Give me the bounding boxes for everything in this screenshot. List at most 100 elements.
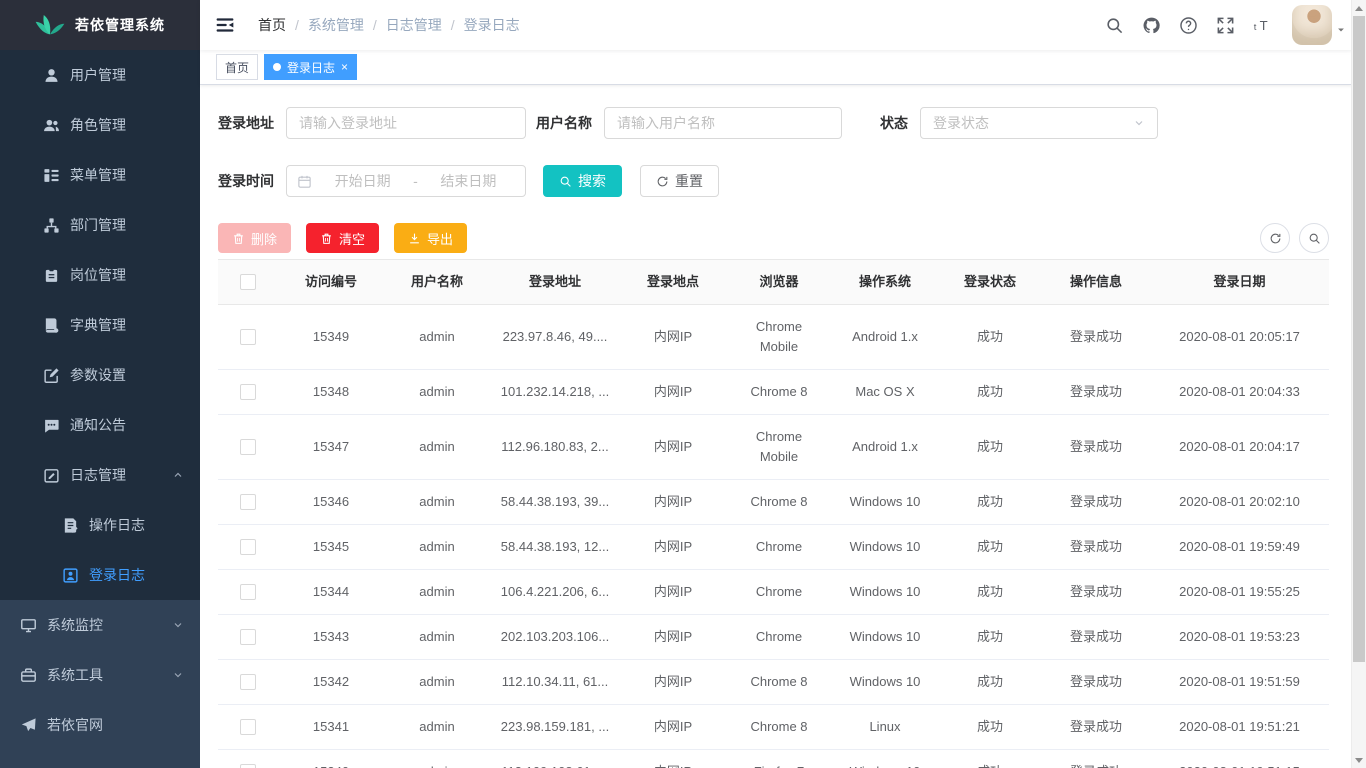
cell-login-address: 101.232.14.218, ... <box>490 370 620 414</box>
cell-browser: Chrome 8 <box>726 480 832 524</box>
cell-info-id: 15344 <box>278 570 384 614</box>
row-checkbox[interactable] <box>240 584 256 600</box>
row-checkbox[interactable] <box>240 629 256 645</box>
row-checkbox[interactable] <box>240 329 256 345</box>
row-checkbox[interactable] <box>240 719 256 735</box>
cell-username: admin <box>384 370 490 414</box>
row-select-cell <box>218 570 278 614</box>
cell-message: 登录成功 <box>1042 615 1150 659</box>
sidebar-item[interactable]: 岗位管理 <box>0 250 200 300</box>
sidebar-item-label: 登录日志 <box>89 565 145 585</box>
row-checkbox[interactable] <box>240 539 256 555</box>
clear-button[interactable]: 清空 <box>306 223 379 253</box>
row-checkbox[interactable] <box>240 674 256 690</box>
sidebar-item[interactable]: 系统监控 <box>0 600 200 650</box>
status-select-placeholder: 登录状态 <box>933 113 989 133</box>
question-icon <box>1179 16 1198 35</box>
breadcrumb-item[interactable]: 首页 <box>258 15 308 35</box>
cell-browser: Chrome Mobile <box>726 415 832 479</box>
sidebar-item[interactable]: 登录日志 <box>0 550 200 600</box>
sidebar-item-label: 参数设置 <box>70 365 126 385</box>
cell-status: 成功 <box>938 615 1042 659</box>
cell-browser: Chrome <box>726 525 832 569</box>
cell-status: 成功 <box>938 480 1042 524</box>
tags-view-item[interactable]: 首页 <box>216 54 258 80</box>
cell-login-location: 内网IP <box>620 370 726 414</box>
reset-button[interactable]: 重置 <box>640 165 719 197</box>
sidebar-item[interactable]: 角色管理 <box>0 100 200 150</box>
cell-login-date: 2020-08-01 19:51:59 <box>1150 660 1329 704</box>
sidebar-item[interactable]: 若依官网 <box>0 700 200 750</box>
row-checkbox[interactable] <box>240 439 256 455</box>
select-all-checkbox[interactable] <box>240 274 256 290</box>
scroll-down-arrow-icon[interactable] <box>1352 753 1366 767</box>
cell-browser: Chrome 8 <box>726 370 832 414</box>
user-avatar[interactable] <box>1292 5 1332 45</box>
row-select-cell <box>218 615 278 659</box>
tool-icon <box>20 667 37 684</box>
cell-info-id: 15347 <box>278 415 384 479</box>
cell-login-location: 内网IP <box>620 570 726 614</box>
caret-down-icon <box>1336 25 1346 35</box>
sidebar-item[interactable]: 日志管理 <box>0 450 200 500</box>
cell-login-date: 2020-08-01 19:51:21 <box>1150 705 1329 749</box>
font-size-button[interactable]: tT <box>1244 0 1284 50</box>
toggle-search-button[interactable] <box>1299 223 1329 253</box>
cell-login-address: 58.44.38.193, 12... <box>490 525 620 569</box>
status-select[interactable]: 登录状态 <box>920 107 1158 139</box>
form-icon <box>62 517 79 534</box>
sidebar-item[interactable]: 参数设置 <box>0 350 200 400</box>
cell-login-address: 58.44.38.193, 39... <box>490 480 620 524</box>
cell-browser: Chrome 8 <box>726 705 832 749</box>
vertical-scrollbar[interactable] <box>1351 0 1366 768</box>
table-header-row: 访问编号 用户名称 登录地址 登录地点 浏览器 操作系统 登录状态 操作信息 登… <box>218 260 1329 305</box>
fullscreen-icon <box>1216 16 1235 35</box>
sidebar-item[interactable]: 系统工具 <box>0 650 200 700</box>
sidebar-item-label: 操作日志 <box>89 515 145 535</box>
sidebar-item[interactable]: 字典管理 <box>0 300 200 350</box>
cell-login-date: 2020-08-01 19:53:23 <box>1150 615 1329 659</box>
refresh-table-button[interactable] <box>1260 223 1290 253</box>
cell-login-location: 内网IP <box>620 750 726 768</box>
app-logo[interactable]: 若依管理系统 <box>0 0 200 50</box>
sidebar-item[interactable]: 通知公告 <box>0 400 200 450</box>
tags-view-item[interactable]: 登录日志 × <box>264 54 357 80</box>
sidebar-item[interactable]: 部门管理 <box>0 200 200 250</box>
row-checkbox[interactable] <box>240 494 256 510</box>
cell-login-location: 内网IP <box>620 305 726 369</box>
sidebar-item[interactable]: 操作日志 <box>0 500 200 550</box>
log-icon <box>43 467 60 484</box>
cell-login-location: 内网IP <box>620 480 726 524</box>
sidebar-item[interactable]: 用户管理 <box>0 50 200 100</box>
username-input[interactable] <box>604 107 842 139</box>
fullscreen-button[interactable] <box>1207 0 1244 50</box>
row-select-cell <box>218 660 278 704</box>
cell-browser: Chrome <box>726 570 832 614</box>
cell-login-address: 113.109.108.61, ... <box>490 750 620 768</box>
status-label: 状态 <box>880 113 908 133</box>
date-range-picker[interactable]: 开始日期 - 结束日期 <box>286 165 526 197</box>
delete-button[interactable]: 删除 <box>218 223 291 253</box>
cell-status: 成功 <box>938 570 1042 614</box>
scrollbar-thumb[interactable] <box>1353 16 1365 662</box>
filter-username: 用户名称 <box>536 107 842 139</box>
github-link[interactable] <box>1133 0 1170 50</box>
cell-info-id: 15346 <box>278 480 384 524</box>
user-menu-caret-icon[interactable] <box>1336 25 1346 35</box>
sidebar-item[interactable]: 菜单管理 <box>0 150 200 200</box>
row-checkbox[interactable] <box>240 384 256 400</box>
scroll-up-arrow-icon[interactable] <box>1352 1 1366 15</box>
filter-row-1: 登录地址 用户名称 状态 登录状态 <box>218 107 1329 139</box>
collapse-sidebar-button[interactable] <box>200 0 250 50</box>
export-button[interactable]: 导出 <box>394 223 467 253</box>
docs-help-button[interactable] <box>1170 0 1207 50</box>
table-row: 15344 admin 106.4.221.206, 6... 内网IP Chr… <box>218 570 1329 615</box>
row-checkbox[interactable] <box>240 764 256 768</box>
header-search-button[interactable] <box>1096 0 1133 50</box>
close-tag-icon[interactable]: × <box>341 61 348 73</box>
table-toolbar: 删除 清空 导出 <box>218 223 1329 253</box>
search-button[interactable]: 搜索 <box>543 165 622 197</box>
login-address-input[interactable] <box>286 107 526 139</box>
cell-info-id: 15341 <box>278 705 384 749</box>
cell-info-id: 15349 <box>278 305 384 369</box>
